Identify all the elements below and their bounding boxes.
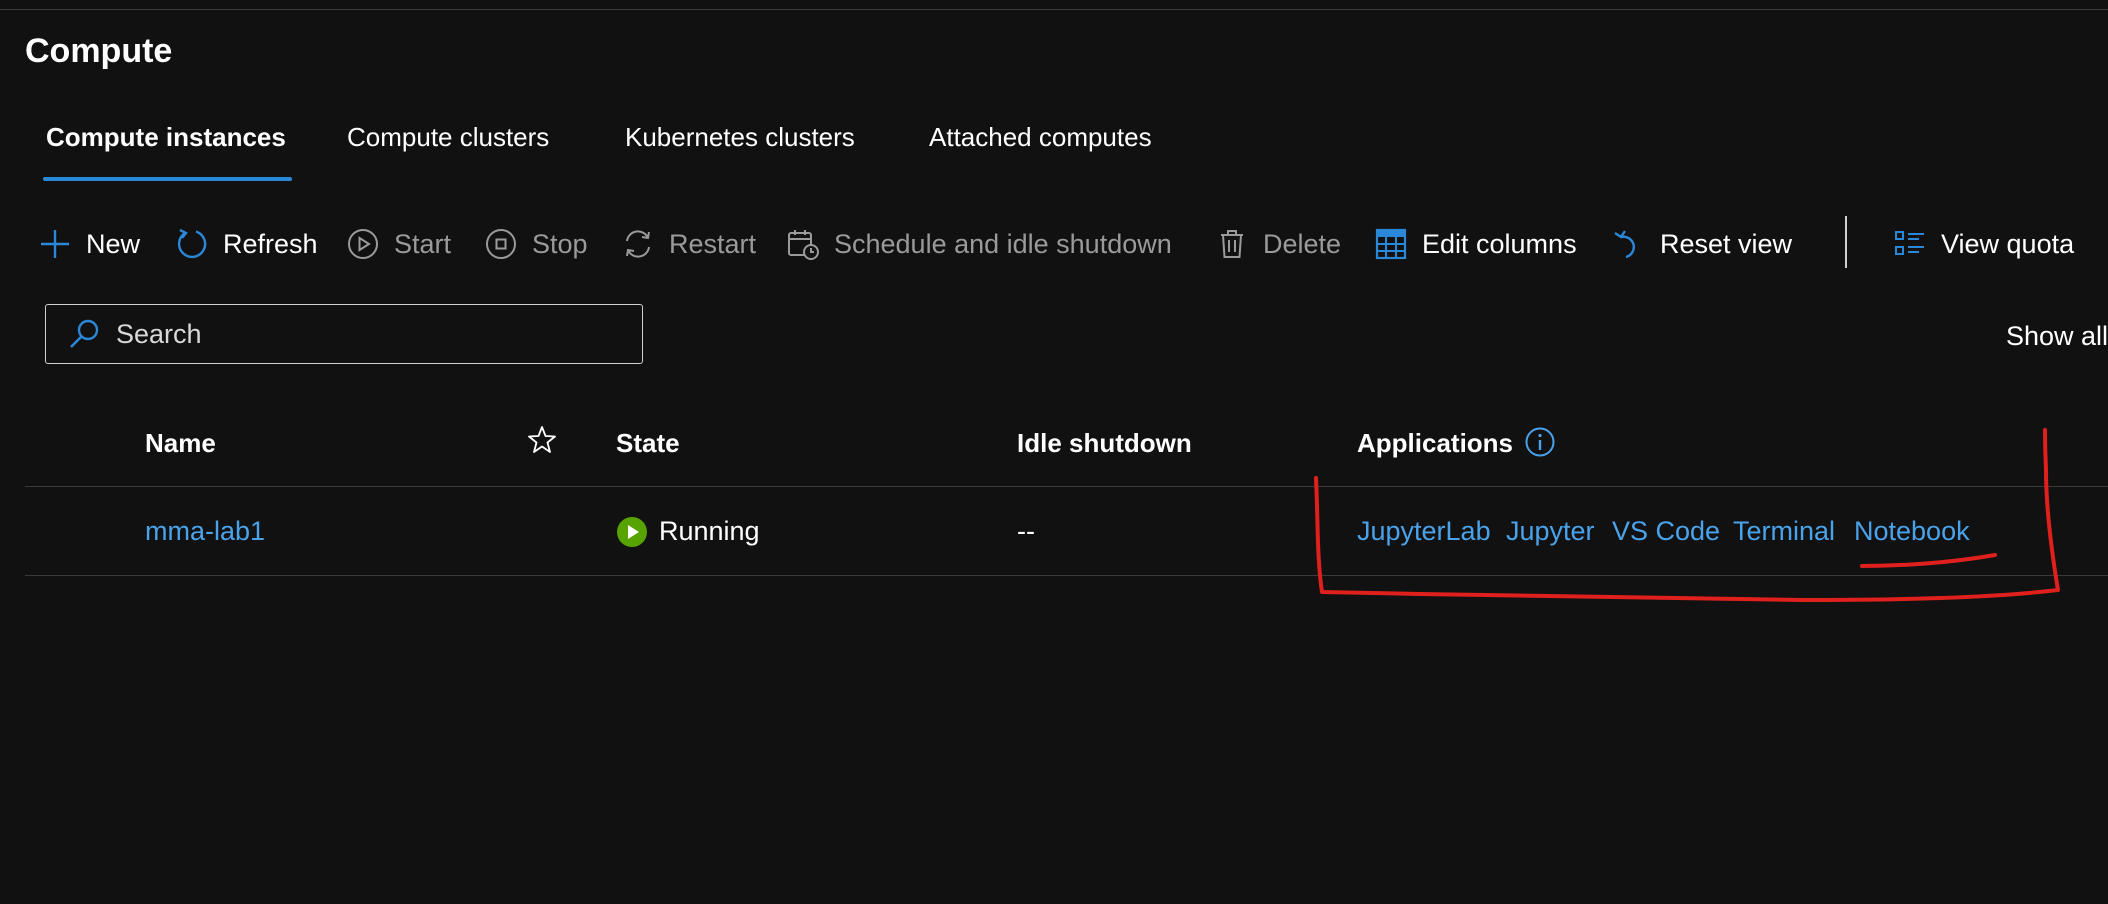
toolbar-divider bbox=[1845, 216, 1847, 268]
start-button[interactable]: Start bbox=[346, 224, 451, 264]
active-tab-indicator bbox=[43, 177, 292, 181]
reset-view-label: Reset view bbox=[1660, 228, 1793, 259]
app-jupyter-link[interactable]: Jupyter bbox=[1506, 516, 1595, 547]
restart-button-label: Restart bbox=[669, 228, 757, 259]
schedule-idle-shutdown-button[interactable]: Schedule and idle shutdown bbox=[786, 224, 1172, 264]
instance-state: Running bbox=[659, 516, 760, 546]
tab-compute-clusters[interactable]: Compute clusters bbox=[347, 122, 549, 153]
restart-button[interactable]: Restart bbox=[621, 224, 756, 264]
edit-columns-button[interactable]: Edit columns bbox=[1374, 224, 1577, 264]
delete-button-label: Delete bbox=[1263, 228, 1342, 259]
idle-shutdown-value: -- bbox=[1017, 516, 1035, 546]
reset-view-button[interactable]: Reset view bbox=[1612, 224, 1792, 264]
new-button[interactable]: New bbox=[38, 224, 140, 264]
search-icon bbox=[70, 319, 99, 348]
star-icon[interactable] bbox=[526, 424, 558, 456]
top-divider bbox=[0, 9, 2108, 10]
column-header-applications[interactable]: Applications bbox=[1357, 428, 1513, 459]
instance-name-link[interactable]: mma-lab1 bbox=[145, 516, 265, 547]
app-vscode-link[interactable]: VS Code bbox=[1612, 516, 1720, 547]
stop-circle-icon bbox=[486, 229, 516, 259]
column-header-name[interactable]: Name bbox=[145, 428, 216, 459]
show-all-filter[interactable]: Show all bbox=[2006, 321, 2108, 352]
search-input[interactable] bbox=[114, 317, 638, 351]
stop-button[interactable]: Stop bbox=[484, 224, 588, 264]
trash-icon bbox=[1221, 230, 1243, 258]
column-header-idle-shutdown[interactable]: Idle shutdown bbox=[1017, 428, 1192, 459]
tab-attached-computes[interactable]: Attached computes bbox=[929, 122, 1152, 153]
red-underline bbox=[1860, 553, 1997, 568]
tab-kubernetes-clusters[interactable]: Kubernetes clusters bbox=[625, 122, 855, 153]
app-notebook-link[interactable]: Notebook bbox=[1854, 516, 1970, 547]
view-quota-label: View quota bbox=[1941, 228, 2075, 259]
delete-button[interactable]: Delete bbox=[1215, 224, 1341, 264]
schedule-idle-shutdown-label: Schedule and idle shutdown bbox=[834, 228, 1172, 259]
info-icon[interactable] bbox=[1524, 426, 1556, 458]
column-header-state[interactable]: State bbox=[616, 428, 680, 459]
app-jupyterlab-link[interactable]: JupyterLab bbox=[1357, 516, 1491, 547]
new-button-label: New bbox=[86, 228, 141, 259]
search-box bbox=[45, 304, 643, 364]
tab-compute-instances[interactable]: Compute instances bbox=[46, 122, 286, 153]
app-terminal-link[interactable]: Terminal bbox=[1733, 516, 1835, 547]
columns-icon bbox=[1375, 228, 1407, 260]
calendar-clock-icon bbox=[788, 230, 819, 260]
refresh-icon bbox=[177, 228, 207, 259]
plus-icon bbox=[41, 230, 69, 258]
header-divider bbox=[25, 486, 2108, 487]
play-circle-icon bbox=[348, 229, 378, 259]
refresh-button-label: Refresh bbox=[223, 228, 318, 259]
view-quota-button[interactable]: View quota bbox=[1893, 224, 2074, 264]
undo-icon bbox=[1614, 230, 1635, 259]
edit-columns-label: Edit columns bbox=[1422, 228, 1577, 259]
start-button-label: Start bbox=[394, 228, 452, 259]
refresh-button[interactable]: Refresh bbox=[175, 224, 318, 264]
stop-button-label: Stop bbox=[532, 228, 588, 259]
restart-icon bbox=[626, 230, 650, 258]
page-title: Compute bbox=[25, 32, 173, 70]
row-divider bbox=[25, 575, 2108, 576]
running-status-icon bbox=[617, 517, 647, 547]
list-icon bbox=[1895, 231, 1924, 255]
